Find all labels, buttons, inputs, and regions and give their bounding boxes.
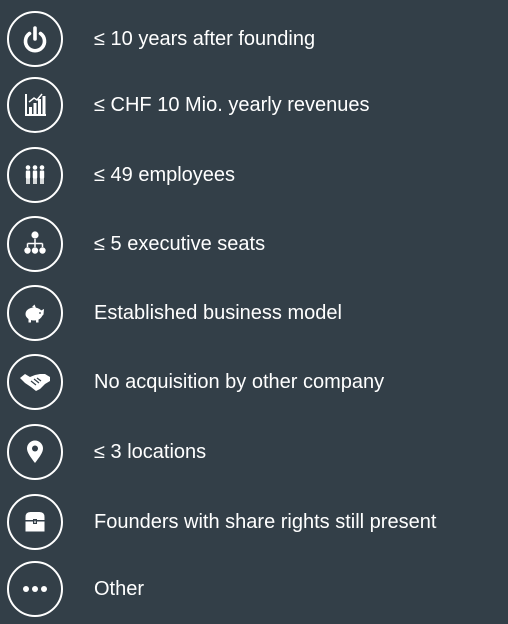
criteria-label: Founders with share rights still present (94, 511, 437, 533)
criteria-label: No acquisition by other company (94, 371, 385, 393)
criteria-label: ≤ 5 executive seats (94, 233, 266, 255)
more-dots-icon (7, 561, 63, 617)
criteria-item-employees: ≤ 49 employees (0, 140, 508, 210)
criteria-item-business-model: Established business model (0, 278, 508, 348)
criteria-item-executive-seats: ≤ 5 executive seats (0, 209, 508, 279)
handshake-icon (7, 354, 63, 410)
treasure-chest-icon (7, 494, 63, 550)
criteria-label: ≤ CHF 10 Mio. yearly revenues (94, 94, 370, 116)
piggy-bank-icon (7, 285, 63, 341)
org-chart-icon (7, 216, 63, 272)
criteria-item-locations: ≤ 3 locations (0, 417, 508, 487)
location-pin-icon (7, 424, 63, 480)
criteria-label: ≤ 3 locations (94, 441, 207, 463)
power-icon (7, 11, 63, 67)
criteria-label: ≤ 49 employees (94, 164, 236, 186)
criteria-label: Established business model (94, 302, 342, 324)
people-icon (7, 147, 63, 203)
criteria-item-revenues: ≤ CHF 10 Mio. yearly revenues (0, 70, 508, 140)
criteria-item-founders: Founders with share rights still present (0, 487, 508, 557)
bar-chart-icon (7, 77, 63, 133)
criteria-label: ≤ 10 years after founding (94, 28, 316, 50)
criteria-item-acquisition: No acquisition by other company (0, 347, 508, 417)
criteria-item-founding: ≤ 10 years after founding (0, 4, 508, 74)
